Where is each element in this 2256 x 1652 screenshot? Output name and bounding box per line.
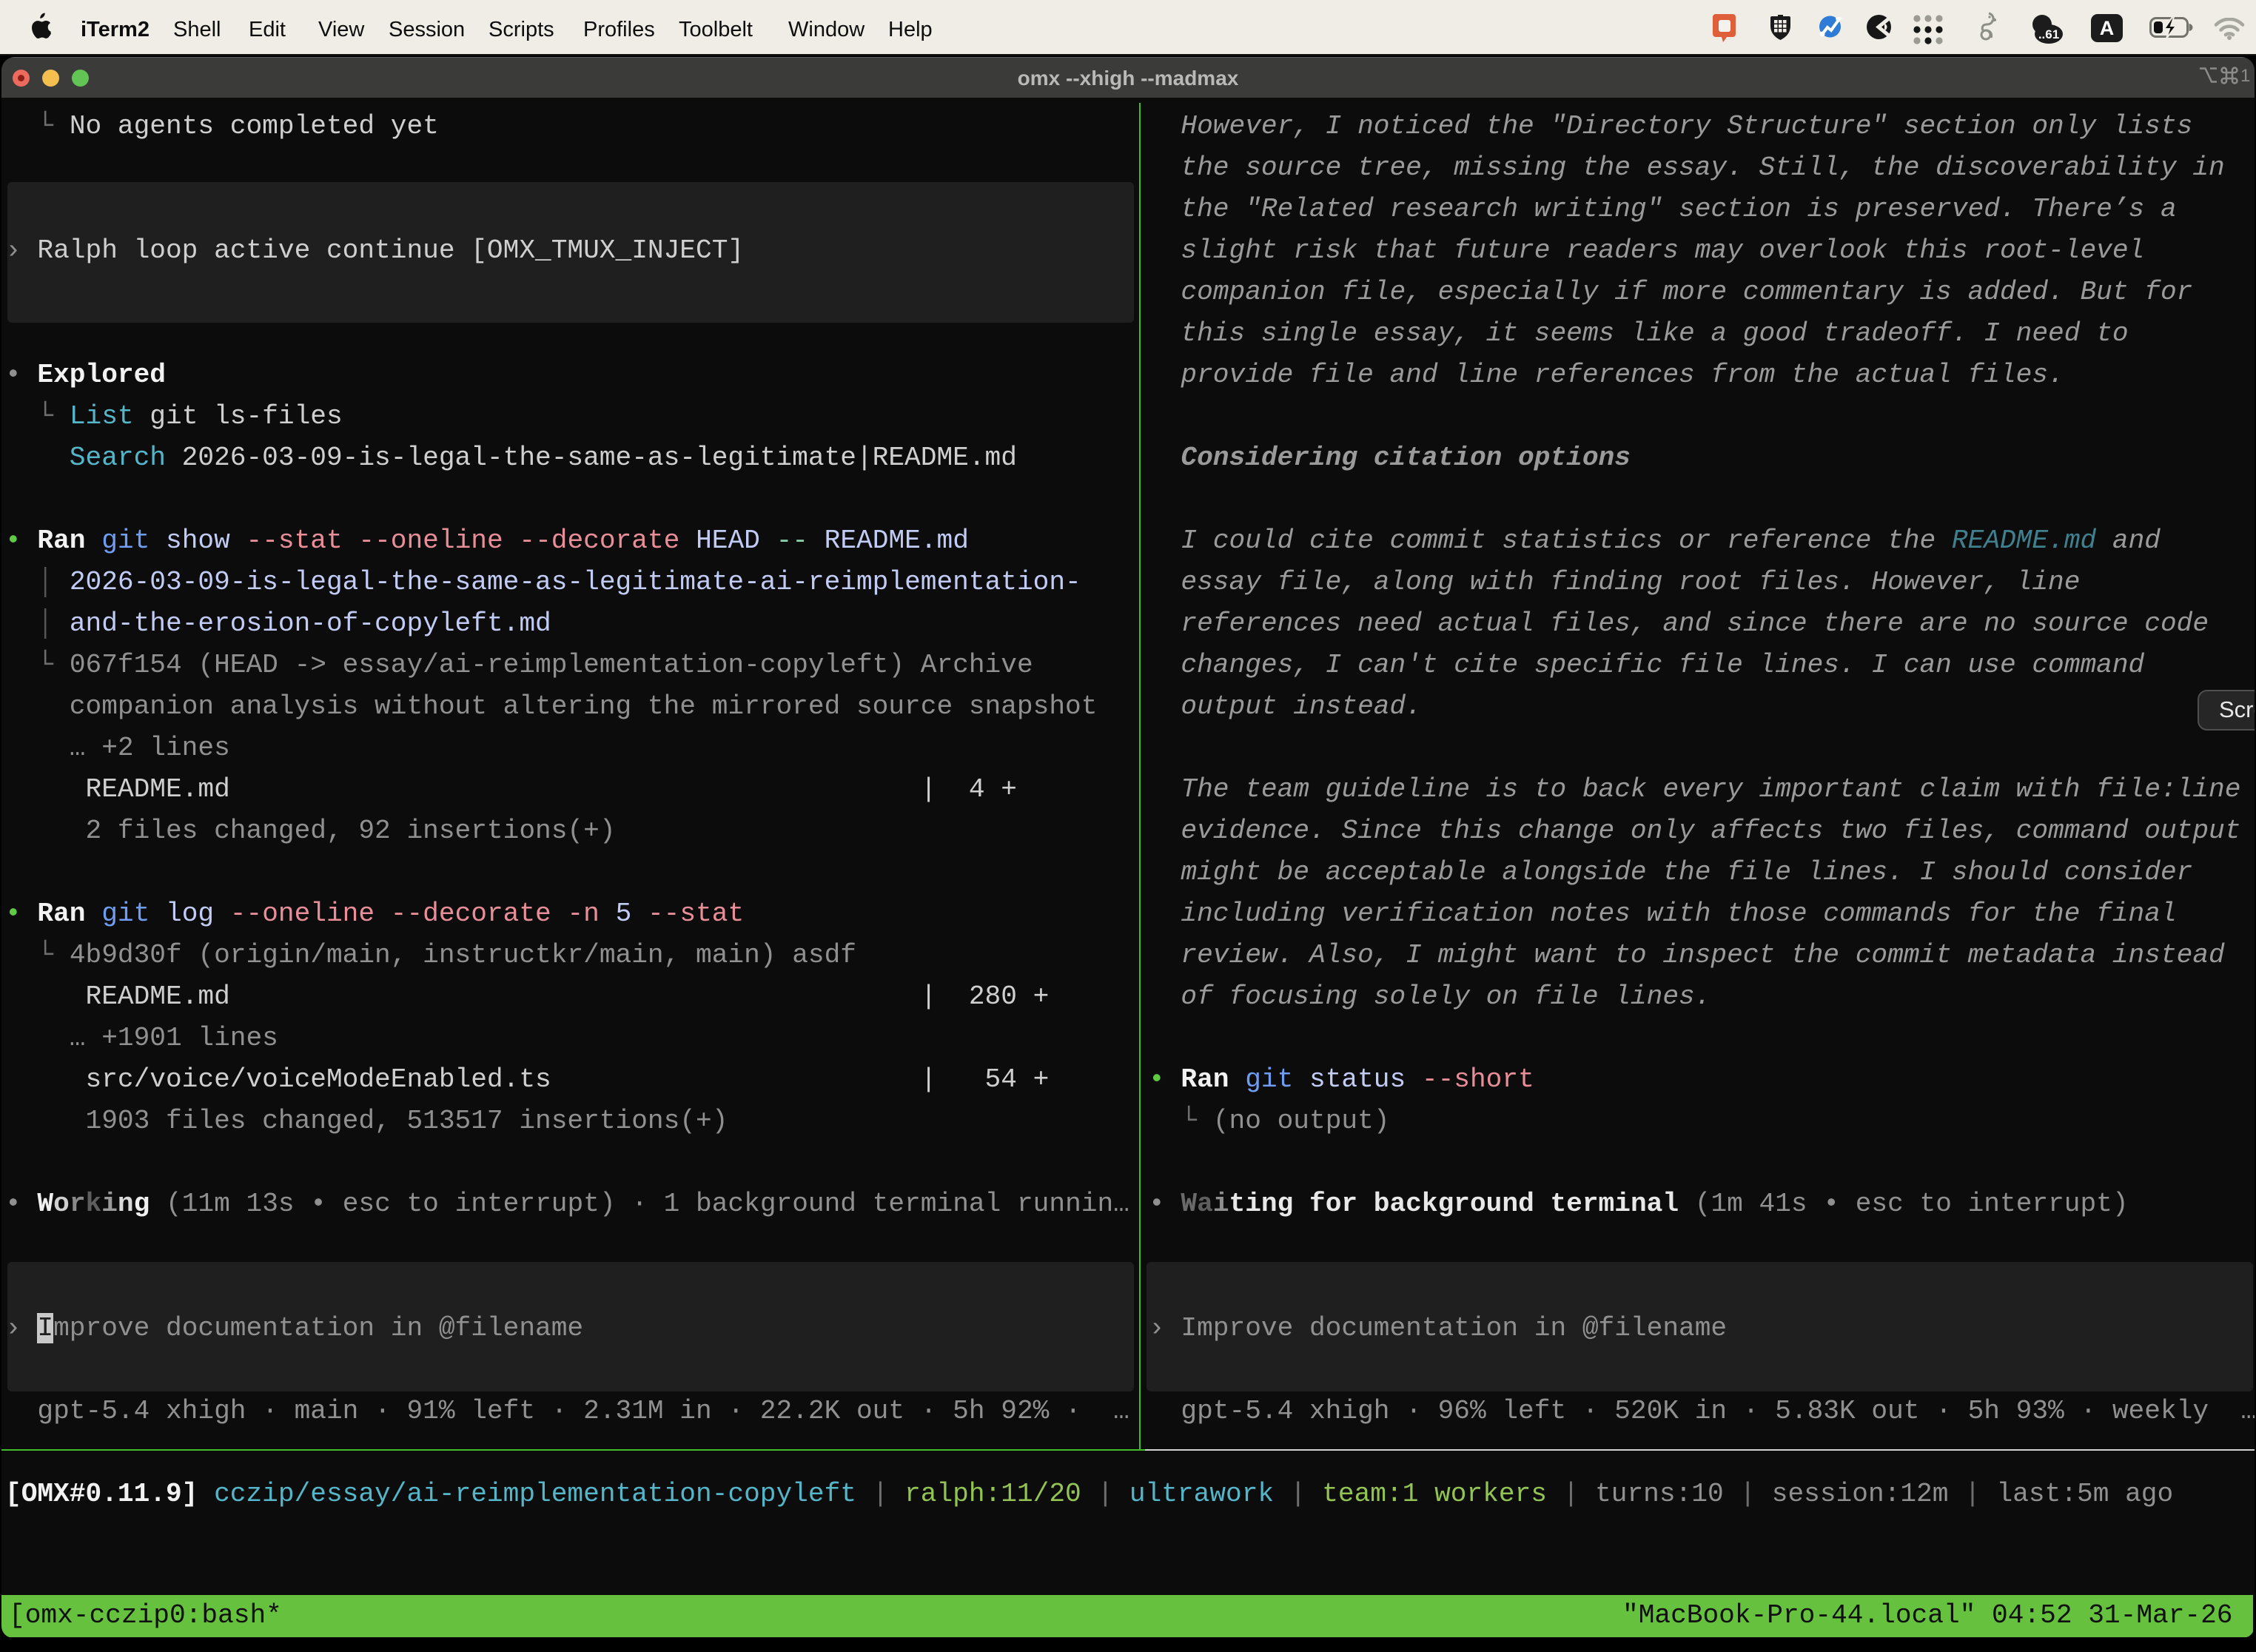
svg-text:..61: ..61 [2038, 27, 2059, 41]
svg-text:1: 1 [2240, 66, 2250, 85]
